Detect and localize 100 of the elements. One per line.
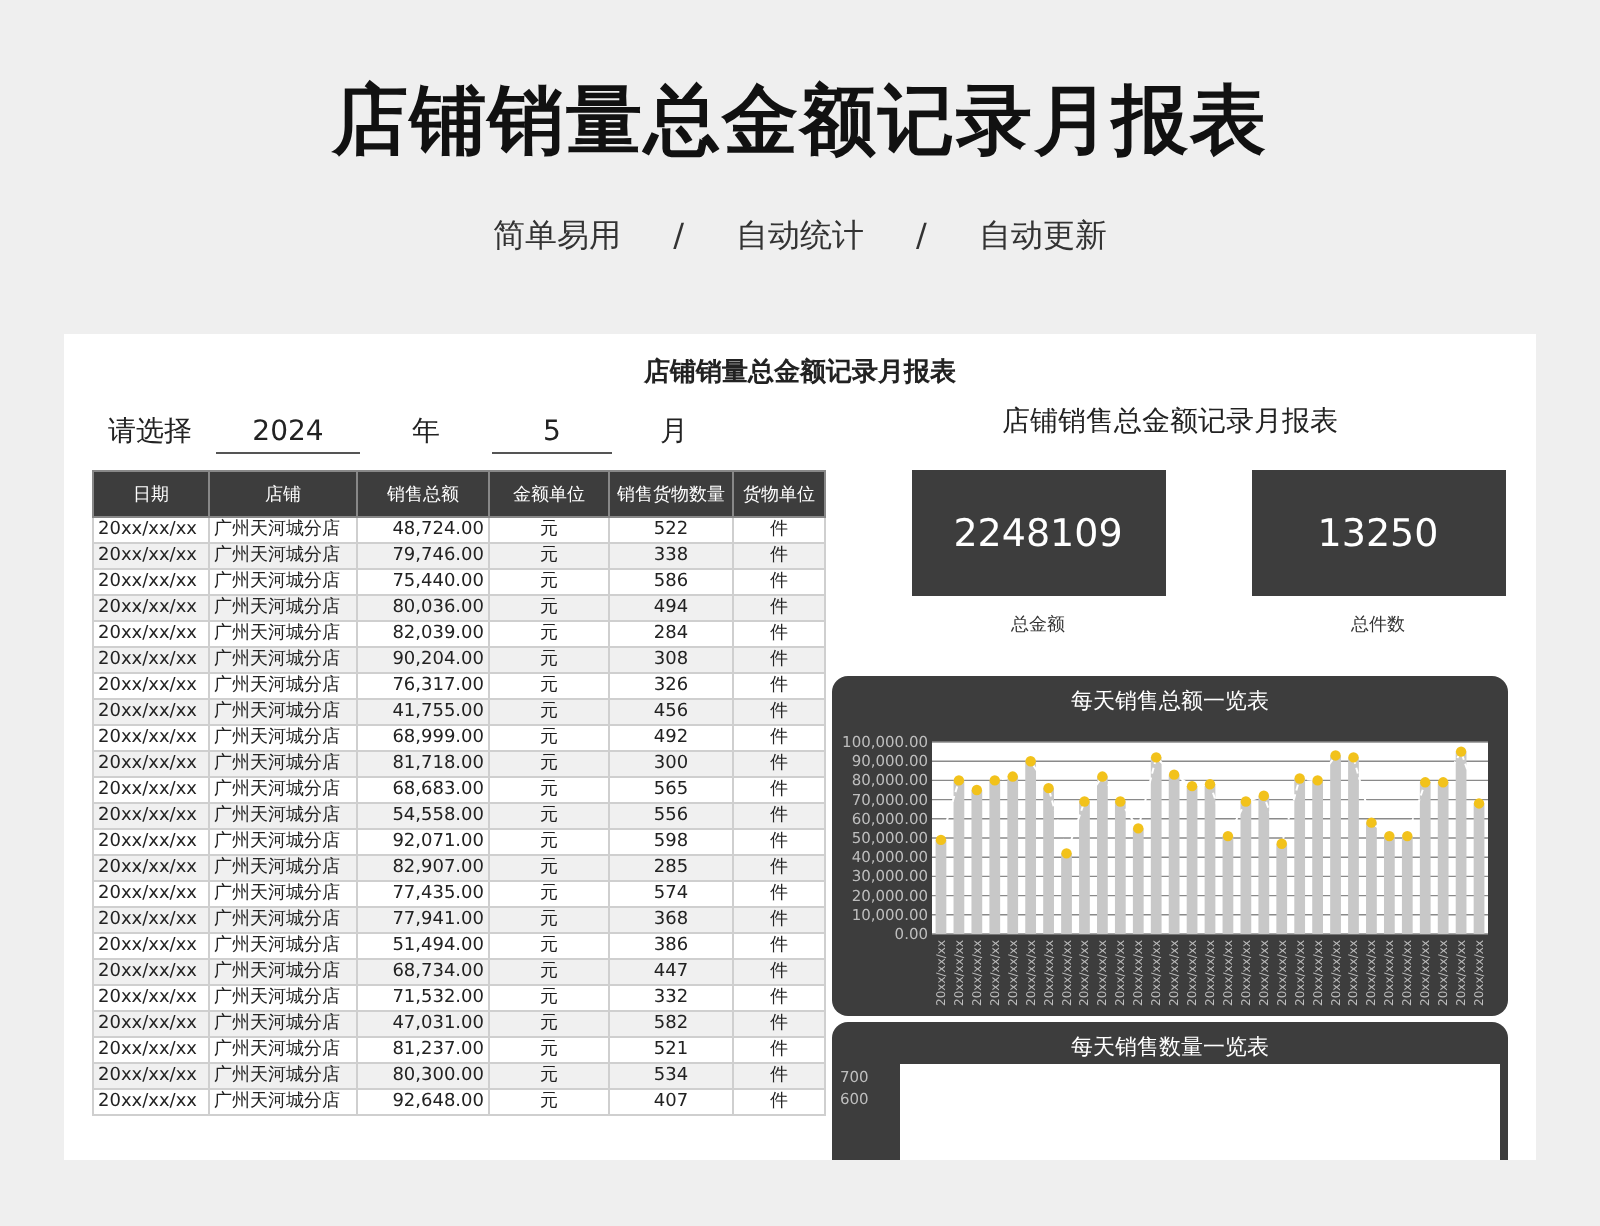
table-cell: 广州天河城分店 — [209, 1063, 357, 1089]
column-header: 金额单位 — [489, 471, 609, 517]
table-cell: 20xx/xx/xx — [93, 543, 209, 569]
bar — [1383, 836, 1395, 934]
tagline-text: 简单易用 — [493, 216, 622, 258]
table-cell: 20xx/xx/xx — [93, 855, 209, 881]
table-cell: 407 — [609, 1089, 733, 1115]
column-header: 日期 — [93, 471, 209, 517]
table-cell: 元 — [489, 595, 609, 621]
bar — [1222, 836, 1234, 934]
table-cell: 件 — [733, 543, 825, 569]
table-cell: 20xx/xx/xx — [93, 907, 209, 933]
column-header: 货物单位 — [733, 471, 825, 517]
data-point — [1025, 756, 1036, 767]
data-point — [1437, 777, 1449, 788]
table-cell: 件 — [733, 1011, 825, 1037]
table-cell: 41,755.00 — [357, 699, 489, 725]
table-cell: 广州天河城分店 — [209, 543, 357, 569]
table-cell: 456 — [609, 699, 733, 725]
table-cell: 300 — [609, 751, 733, 777]
data-point — [971, 784, 983, 796]
page-title: 店铺销量总金额记录月报表 — [329, 74, 1270, 168]
table-cell: 447 — [609, 959, 733, 985]
table-cell: 90,204.00 — [357, 647, 489, 673]
table-cell: 68,734.00 — [357, 959, 489, 985]
data-point — [1455, 746, 1467, 757]
data-point — [1420, 777, 1431, 788]
table-cell: 元 — [489, 751, 609, 777]
table-cell: 件 — [733, 959, 825, 985]
table-cell: 80,036.00 — [357, 595, 489, 621]
table-cell: 元 — [489, 1089, 609, 1115]
bar — [1079, 801, 1090, 934]
table-cell: 534 — [609, 1063, 733, 1089]
data-point — [989, 775, 1000, 786]
kpi-value: 13250 — [1251, 470, 1505, 596]
table-cell: 20xx/xx/xx — [93, 1011, 209, 1037]
data-point — [1133, 823, 1144, 834]
table-cell: 广州天河城分店 — [209, 803, 357, 829]
column-header: 销售总额 — [357, 471, 489, 517]
table-cell: 元 — [489, 907, 609, 933]
bar — [1258, 795, 1270, 934]
table-cell: 元 — [489, 699, 609, 725]
table-cell: 元 — [489, 959, 609, 985]
table-cell: 20xx/xx/xx — [93, 1089, 209, 1115]
table-cell: 广州天河城分店 — [209, 699, 357, 725]
column-header: 销售货物数量 — [609, 471, 733, 517]
table-cell: 件 — [733, 1063, 825, 1089]
data-point — [935, 834, 947, 846]
table-cell: 368 — [609, 907, 733, 933]
table-cell: 广州天河城分店 — [209, 907, 357, 933]
table-cell: 元 — [489, 855, 609, 881]
table-cell: 广州天河城分店 — [209, 855, 357, 881]
year-field[interactable]: 2024 — [216, 411, 360, 453]
month-label: 月 — [660, 414, 688, 450]
table-cell: 件 — [733, 595, 825, 621]
table-cell: 件 — [733, 647, 825, 673]
table-cell: 582 — [609, 1011, 733, 1037]
data-point — [1168, 769, 1180, 780]
table-cell: 件 — [733, 803, 825, 829]
kpi-value: 2248109 — [911, 470, 1165, 596]
data-point — [1115, 796, 1126, 807]
table-cell: 广州天河城分店 — [209, 595, 357, 621]
table-cell: 广州天河城分店 — [209, 1011, 357, 1037]
chart-title: 每天销售总额一览表 — [1069, 686, 1271, 718]
bar — [971, 790, 983, 934]
dashboard-title: 店铺销售总金额记录月报表 — [1000, 404, 1340, 442]
data-point — [1384, 830, 1395, 842]
bar — [1061, 853, 1072, 934]
table-cell: 20xx/xx/xx — [93, 959, 209, 985]
table-cell: 54,558.00 — [357, 803, 489, 829]
table-cell: 494 — [609, 595, 733, 621]
data-point — [1276, 838, 1287, 849]
table-cell: 285 — [609, 855, 733, 881]
table-cell: 20xx/xx/xx — [93, 595, 209, 621]
data-point — [1240, 796, 1252, 807]
bar — [1132, 828, 1144, 934]
table-cell: 556 — [609, 803, 733, 829]
tagline-text: 自动更新 — [978, 216, 1107, 258]
table-cell: 20xx/xx/xx — [93, 751, 209, 777]
table-cell: 件 — [733, 855, 825, 881]
table-cell: 件 — [733, 1089, 825, 1115]
table-cell: 件 — [733, 907, 825, 933]
table-cell: 77,941.00 — [357, 907, 489, 933]
table-cell: 81,718.00 — [357, 751, 489, 777]
data-point — [1348, 752, 1359, 763]
select-label: 请选择 — [108, 414, 192, 450]
bar — [935, 839, 947, 934]
table-cell: 20xx/xx/xx — [93, 803, 209, 829]
data-point — [1061, 848, 1072, 859]
bar — [1240, 801, 1252, 934]
bar — [1401, 836, 1413, 934]
data-point — [1079, 796, 1090, 807]
data-point — [953, 775, 965, 786]
data-point — [1330, 750, 1341, 761]
data-point — [1222, 830, 1234, 842]
month-field[interactable]: 5 — [492, 411, 612, 453]
table-cell: 20xx/xx/xx — [93, 1063, 209, 1089]
table-cell: 件 — [733, 699, 825, 725]
table-cell: 308 — [609, 647, 733, 673]
tagline-text: / — [916, 216, 927, 258]
